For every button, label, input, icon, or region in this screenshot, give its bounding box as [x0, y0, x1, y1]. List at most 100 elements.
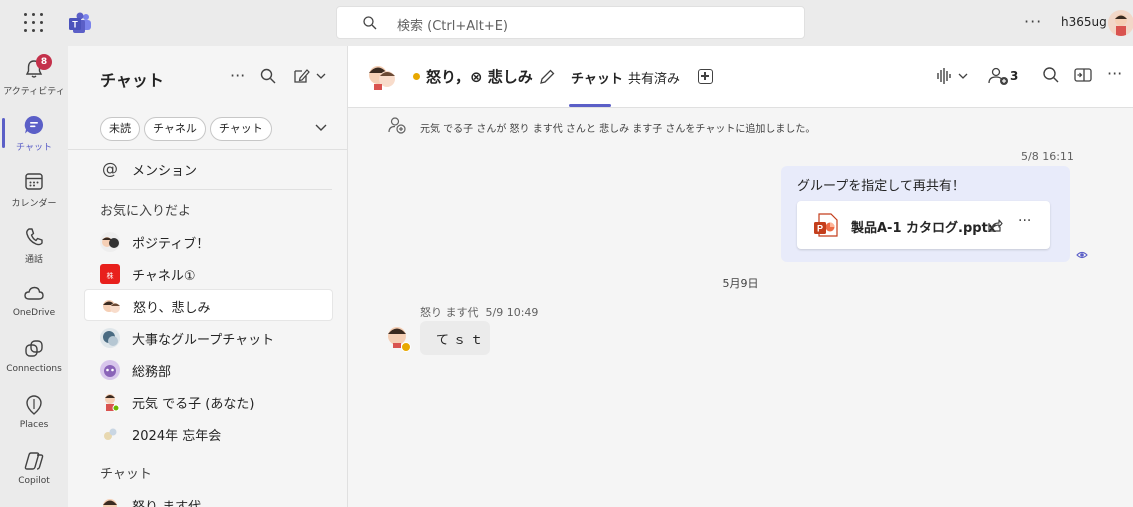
people-icon[interactable]	[988, 66, 1010, 86]
seen-eye-icon	[1076, 251, 1088, 259]
tab-chat[interactable]: チャット	[571, 68, 623, 87]
file-name: 製品A-1 カタログ.pptx	[851, 221, 997, 236]
avatar	[100, 495, 120, 507]
rail-label: OneDrive	[12, 308, 56, 318]
chat-item-label: 2024年 忘年会	[132, 429, 222, 444]
file-attachment[interactable]: P 製品A-1 カタログ.pptx ···	[797, 201, 1050, 249]
system-message: 元気 でる子 さんが 怒り ます代 さんと 悲しみ ます子 さんをチャットに追加…	[420, 124, 816, 135]
user-name: h365ug	[1061, 15, 1107, 29]
search-box[interactable]: 検索 (Ctrl+Alt+E)	[336, 6, 805, 39]
search-icon[interactable]	[1042, 66, 1060, 84]
chat-icon	[24, 115, 44, 134]
chat-item-label: 総務部	[132, 365, 172, 380]
chat-item-label: チャネル①	[132, 269, 196, 284]
divider	[68, 149, 348, 150]
filter-channel[interactable]: チャネル	[144, 117, 206, 141]
call-audio-icon[interactable]	[936, 66, 970, 86]
chat-item-anger-sadness[interactable]: 怒り、悲しみ	[84, 289, 333, 321]
copilot-icon	[24, 452, 44, 470]
divider	[100, 189, 332, 190]
avatar	[100, 424, 120, 444]
calendar-icon	[25, 173, 43, 190]
rail-connections[interactable]: Connections	[0, 328, 68, 384]
pencil-icon[interactable]	[538, 68, 556, 86]
more-options-icon[interactable]: ···	[1018, 213, 1031, 229]
mentions-label: メンション	[132, 164, 198, 179]
connections-icon	[25, 340, 43, 357]
chat-header: 怒り，⊗ 悲しみ チャット 共有済み 3 ···	[348, 46, 1133, 108]
chat-item-self[interactable]: 元気 でる子 (あなた)	[84, 386, 333, 418]
chat-item-important-group[interactable]: 大事なグループチャット	[84, 322, 333, 354]
activity-badge: 8	[36, 54, 52, 70]
favorites-header[interactable]: お気に入りだよ	[100, 200, 191, 219]
rail-copilot[interactable]: Copilot	[0, 440, 68, 496]
add-tab-icon[interactable]	[698, 69, 713, 84]
add-person-icon	[388, 117, 406, 134]
other-message-bubble[interactable]: てｓｔ	[420, 321, 490, 355]
filter-unread[interactable]: 未読	[100, 117, 140, 141]
message-meta: 怒り ます代 5/9 10:49	[420, 304, 538, 320]
chat-item-year-end-party[interactable]: 2024年 忘年会	[84, 418, 333, 450]
rail-label: カレンダー	[11, 199, 57, 209]
tab-shared[interactable]: 共有済み	[628, 68, 680, 87]
mentions-item[interactable]: @ メンション	[84, 153, 333, 185]
avatar	[101, 296, 121, 316]
away-status-icon	[412, 72, 421, 81]
search-placeholder: 検索 (Ctrl+Alt+E)	[397, 19, 509, 34]
chat-title[interactable]: 怒り，⊗ 悲しみ	[426, 66, 533, 87]
avatar: 株	[100, 264, 120, 284]
at-icon: @	[102, 159, 118, 178]
avatar	[100, 328, 120, 348]
app-launcher-icon[interactable]	[24, 13, 44, 33]
more-options-icon[interactable]: ···	[1024, 12, 1042, 31]
phone-icon	[26, 228, 43, 246]
search-icon[interactable]	[260, 68, 276, 84]
chevron-down-icon[interactable]	[314, 120, 328, 134]
title-bar: T 検索 (Ctrl+Alt+E) ··· h365ug	[0, 0, 1133, 46]
chat-item-label: 元気 でる子 (あなた)	[132, 397, 255, 412]
participants-count: 3	[1010, 69, 1019, 83]
filter-chips: 未読 チャネル チャット	[100, 117, 272, 141]
rail-activity[interactable]: 8 アクティビティ	[0, 48, 68, 104]
chat-list-title: チャット	[100, 71, 164, 90]
svg-text:T: T	[72, 20, 78, 30]
chat-list-pane: チャット ··· 未読 チャネル チャット @ メンション お気に入りだよ ポジ…	[68, 46, 348, 507]
rail-onedrive[interactable]: OneDrive	[0, 272, 68, 328]
chat-item-channel1[interactable]: 株 チャネル①	[84, 258, 333, 290]
rail-label: 通話	[24, 255, 43, 265]
rail-calendar[interactable]: カレンダー	[0, 160, 68, 216]
rail-calls[interactable]: 通話	[0, 216, 68, 272]
app-rail: 8 アクティビティ チャット カレンダー 通話 OneDrive Connect…	[0, 46, 68, 507]
chat-item-label: ポジティブ！	[132, 237, 210, 252]
share-icon[interactable]	[987, 217, 1003, 233]
rail-places[interactable]: Places	[0, 384, 68, 440]
rail-label: チャット	[16, 143, 52, 153]
svg-text:株: 株	[107, 271, 114, 280]
conversation-pane: 怒り，⊗ 悲しみ チャット 共有済み 3 ··· 元気 でる子 さんが 怒り ま…	[348, 46, 1133, 507]
group-avatar[interactable]	[366, 60, 398, 92]
rail-label: Places	[19, 420, 49, 430]
new-chat-icon[interactable]	[293, 68, 329, 84]
avatar	[100, 232, 120, 252]
user-avatar[interactable]	[1108, 10, 1133, 36]
active-tab-indicator	[569, 104, 611, 107]
chats-header[interactable]: チャット	[100, 463, 152, 482]
chat-item-positive[interactable]: ポジティブ！	[84, 226, 333, 258]
rail-label: Copilot	[18, 476, 50, 486]
pop-out-icon[interactable]	[1073, 66, 1093, 84]
chat-item-label: 怒り ます代	[132, 496, 201, 507]
my-message-bubble[interactable]: グループを指定して再共有！ P 製品A-1 カタログ.pptx ···	[781, 166, 1070, 262]
search-icon	[363, 16, 377, 30]
chat-item-angry[interactable]: 怒り ます代	[84, 489, 333, 507]
more-options-icon[interactable]: ···	[1107, 64, 1122, 83]
chat-item-general-affairs[interactable]: 総務部	[84, 354, 333, 386]
places-icon	[26, 395, 42, 415]
more-options-icon[interactable]: ···	[230, 66, 245, 85]
rail-chat[interactable]: チャット	[0, 104, 68, 160]
rail-label: Connections	[6, 364, 62, 374]
filter-chat[interactable]: チャット	[209, 117, 272, 141]
avatar	[100, 392, 120, 412]
rail-label: アクティビティ	[3, 87, 65, 97]
avatar	[100, 360, 120, 380]
message-text: グループを指定して再共有！	[797, 179, 965, 194]
